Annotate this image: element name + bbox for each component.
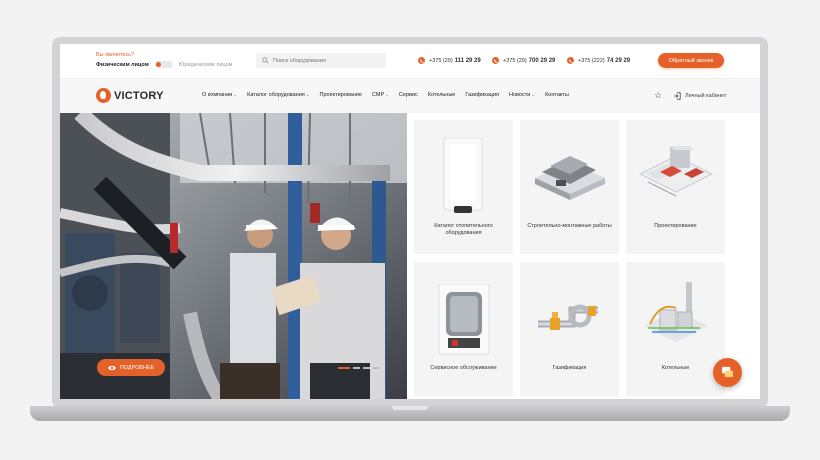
laptop-notch: [392, 406, 428, 410]
nav-item-boiler-rooms[interactable]: Котельные: [428, 92, 456, 98]
callback-button[interactable]: Обратный звонок: [658, 53, 724, 68]
card-label: Строительно-монтажные работы: [527, 223, 612, 229]
individual-option[interactable]: Физическим лицом: [96, 62, 149, 68]
card-label: Котельные: [661, 365, 690, 371]
slider-dot-active[interactable]: [338, 367, 350, 369]
nav-item-contacts[interactable]: Контакты: [545, 92, 569, 98]
card-boiler-rooms[interactable]: Котельные: [626, 262, 725, 396]
chat-icon: [721, 366, 734, 378]
phone-3[interactable]: +375 (222) 74 29 29: [567, 57, 630, 64]
phone-number: 111 29 29: [454, 57, 481, 64]
nav-item-service[interactable]: Сервис: [399, 92, 418, 98]
nav-item-smr[interactable]: СМР⌄: [372, 92, 389, 98]
card-construction[interactable]: Строительно-монтажные работы: [520, 120, 619, 254]
main-nav: О компании⌄ Каталог оборудования⌄ Проект…: [202, 92, 579, 98]
nav-item-news[interactable]: Новости⌄: [509, 92, 535, 98]
laptop-base: [30, 406, 790, 421]
top-bar: Вы являетесь? Физическим лицом Юридическ…: [60, 44, 760, 78]
favorites-star-icon[interactable]: ☆: [654, 91, 662, 100]
chevron-down-icon: ⌄: [305, 92, 310, 97]
website-screen: Вы являетесь? Физическим лицом Юридическ…: [60, 44, 760, 399]
nav-item-design[interactable]: Проектирование: [320, 92, 362, 98]
victory-logo[interactable]: VICTORY: [96, 88, 164, 103]
chat-widget-button[interactable]: [713, 358, 742, 387]
phone-icon: [567, 57, 574, 64]
card-label: Проектирование: [654, 223, 697, 229]
card-catalog[interactable]: Каталог отопительного оборудования: [414, 120, 513, 254]
slider-dot[interactable]: [353, 367, 360, 369]
slider-dot[interactable]: [363, 367, 370, 369]
card-design[interactable]: Проектирование: [626, 120, 725, 254]
login-icon: [673, 92, 681, 100]
card-label: Газификация: [552, 365, 587, 371]
hero-more-button[interactable]: ПОДРОБНЕЕ: [97, 359, 165, 376]
customer-type-toggle[interactable]: [154, 61, 173, 68]
phone-number: 700 29 29: [528, 57, 556, 64]
card-label: Сервисное обслуживание: [430, 365, 497, 371]
hero-slider: ПОДРОБНЕЕ: [60, 113, 407, 399]
phone-1[interactable]: +375 (29) 111 29 29: [418, 57, 481, 64]
cabinet-label: Личный кабинет: [685, 93, 727, 99]
chevron-down-icon: ⌄: [385, 92, 389, 97]
boiler-open-icon: [438, 284, 490, 355]
card-gasification[interactable]: Газификация: [520, 262, 619, 396]
nav-item-catalog[interactable]: Каталог оборудования⌄: [247, 92, 309, 98]
building-icon: [535, 156, 605, 200]
logo-text: VICTORY: [114, 89, 164, 102]
pipes-icon: [538, 304, 598, 330]
main-navbar: VICTORY О компании⌄ Каталог оборудования…: [60, 78, 760, 113]
nav-item-about[interactable]: О компании⌄: [202, 92, 237, 98]
boiler-icon: [443, 138, 483, 213]
nav-item-gasification[interactable]: Газификация: [465, 92, 499, 98]
chevron-down-icon: ⌄: [531, 92, 536, 97]
slider-dot[interactable]: [373, 367, 380, 369]
customer-type-question: Вы являетесь?: [96, 52, 135, 58]
phone-prefix: +375 (222): [578, 57, 605, 64]
hero-more-label: ПОДРОБНЕЕ: [119, 364, 155, 371]
services-grid: Каталог отопительного оборудования Строи…: [407, 113, 760, 399]
flame-logo-icon: [96, 88, 111, 103]
phone-prefix: +375 (29): [503, 57, 527, 64]
phone-icon: [492, 57, 499, 64]
card-maintenance[interactable]: Сервисное обслуживание: [414, 262, 513, 396]
legal-entity-option[interactable]: Юридическим лицом: [179, 62, 233, 68]
customer-type-switch: Вы являетесь? Физическим лицом Юридическ…: [96, 52, 232, 68]
phone-number: 74 29 29: [606, 57, 631, 64]
phone-prefix: +375 (29): [429, 57, 453, 64]
phone-icon: [418, 57, 425, 64]
floorplan-icon: [638, 146, 714, 197]
chevron-down-icon: ⌄: [233, 92, 238, 97]
boiler-room-icon: [644, 282, 708, 342]
phone-2[interactable]: +375 (29) 700 29 29: [492, 57, 555, 64]
search-icon: [262, 57, 269, 64]
hero-industrial-photo: [60, 113, 407, 399]
eye-icon: [107, 365, 116, 370]
slider-dots: [338, 367, 380, 369]
personal-cabinet-link[interactable]: Личный кабинет: [673, 92, 726, 100]
search-box[interactable]: [256, 53, 386, 68]
search-input[interactable]: [273, 57, 373, 64]
card-label: Каталог отопительного оборудования: [434, 223, 493, 237]
